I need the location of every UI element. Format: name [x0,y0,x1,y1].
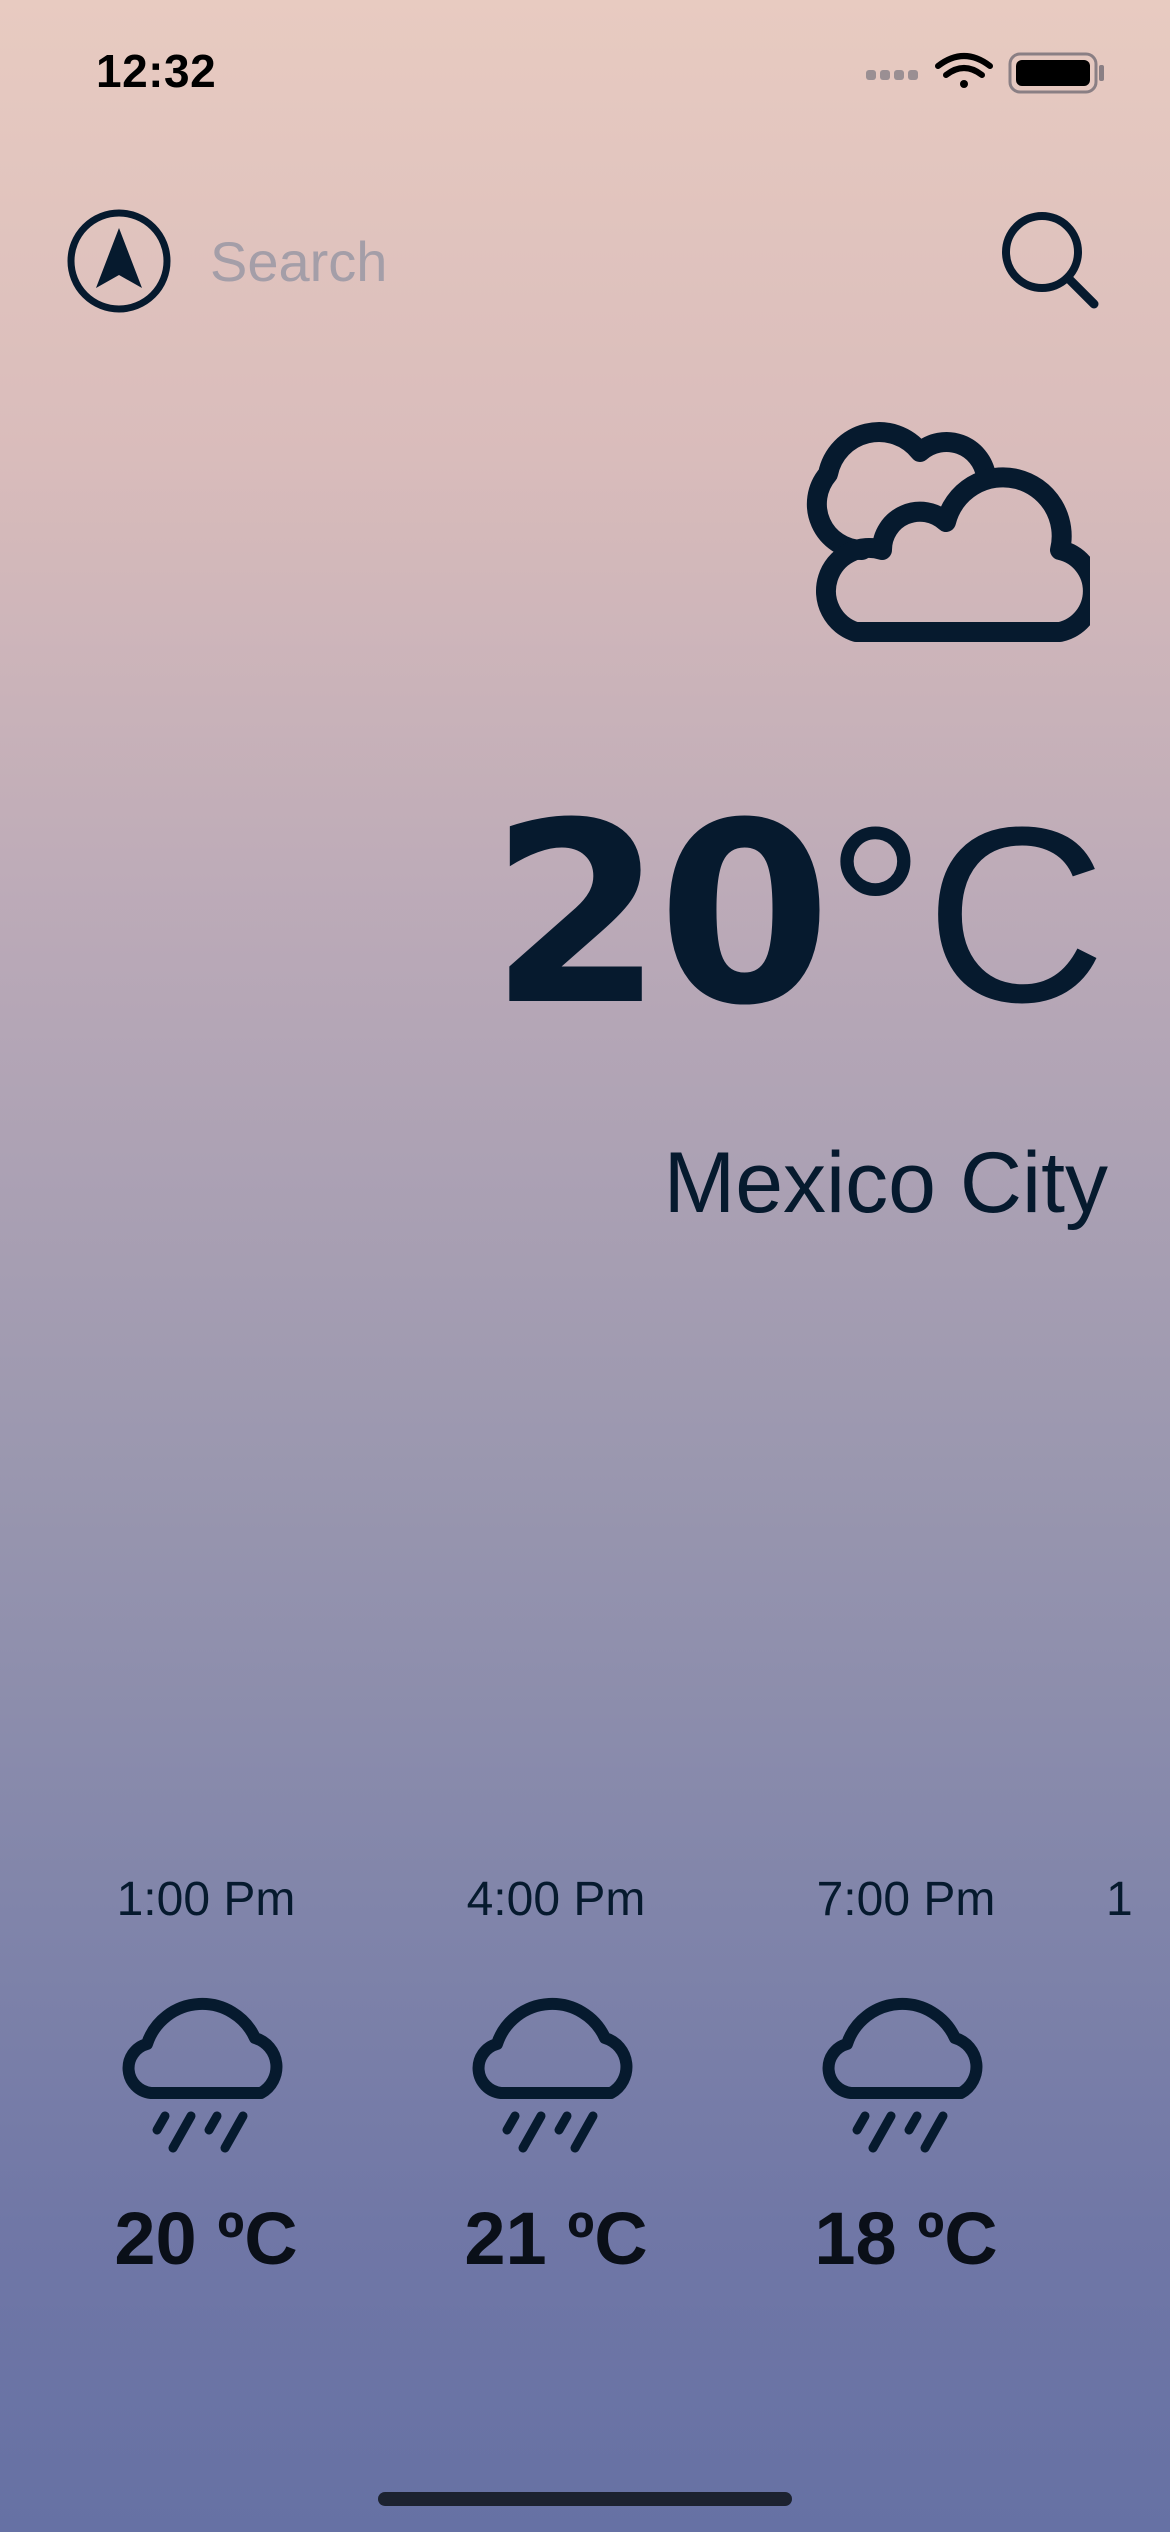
status-time: 12:32 [96,45,217,97]
search-input[interactable] [210,222,970,300]
forecast-item: 1:00 Pm 20 ºC [56,1870,356,2281]
forecast-temperature: 20 ºC [114,2197,298,2280]
cellular-dots-icon [866,70,918,80]
temperature-unit: °C [825,775,1106,1054]
battery-icon [1008,52,1104,94]
forecast-temperature: 21 ºC [464,2197,648,2280]
rain-cloud-icon [122,1998,283,2153]
current-temperature: 20 °C [490,790,1106,1040]
location-arrow-icon [67,209,171,313]
hourly-forecast[interactable]: 1:00 Pm 20 ºC 4:00 Pm 21 ºC 7:00 Pm 18 º… [0,1870,1170,2330]
wifi-icon [935,53,993,88]
search-button[interactable] [996,206,1106,316]
temperature-value: 20 [489,769,832,1060]
forecast-time: 7:00 Pm [816,1873,996,1926]
city-name: Mexico City [663,1135,1108,1231]
forecast-time: 1 [1106,1873,1133,1926]
status-icons [866,52,1104,94]
cloudy-icon [806,422,1090,642]
current-location-button[interactable] [66,208,172,314]
forecast-time: 4:00 Pm [466,1873,646,1926]
magnifier-icon [1002,212,1099,309]
forecast-time: 1:00 Pm [116,1873,296,1926]
rain-cloud-icon [472,1998,633,2153]
rain-cloud-icon [822,1998,983,2153]
forecast-temperature: 18 ºC [814,2197,998,2280]
forecast-item: 4:00 Pm 21 ºC [406,1870,706,2281]
forecast-item: 1 [1106,1870,1170,1930]
forecast-item: 7:00 Pm 18 ºC [756,1870,1056,2281]
home-indicator [378,2492,792,2506]
